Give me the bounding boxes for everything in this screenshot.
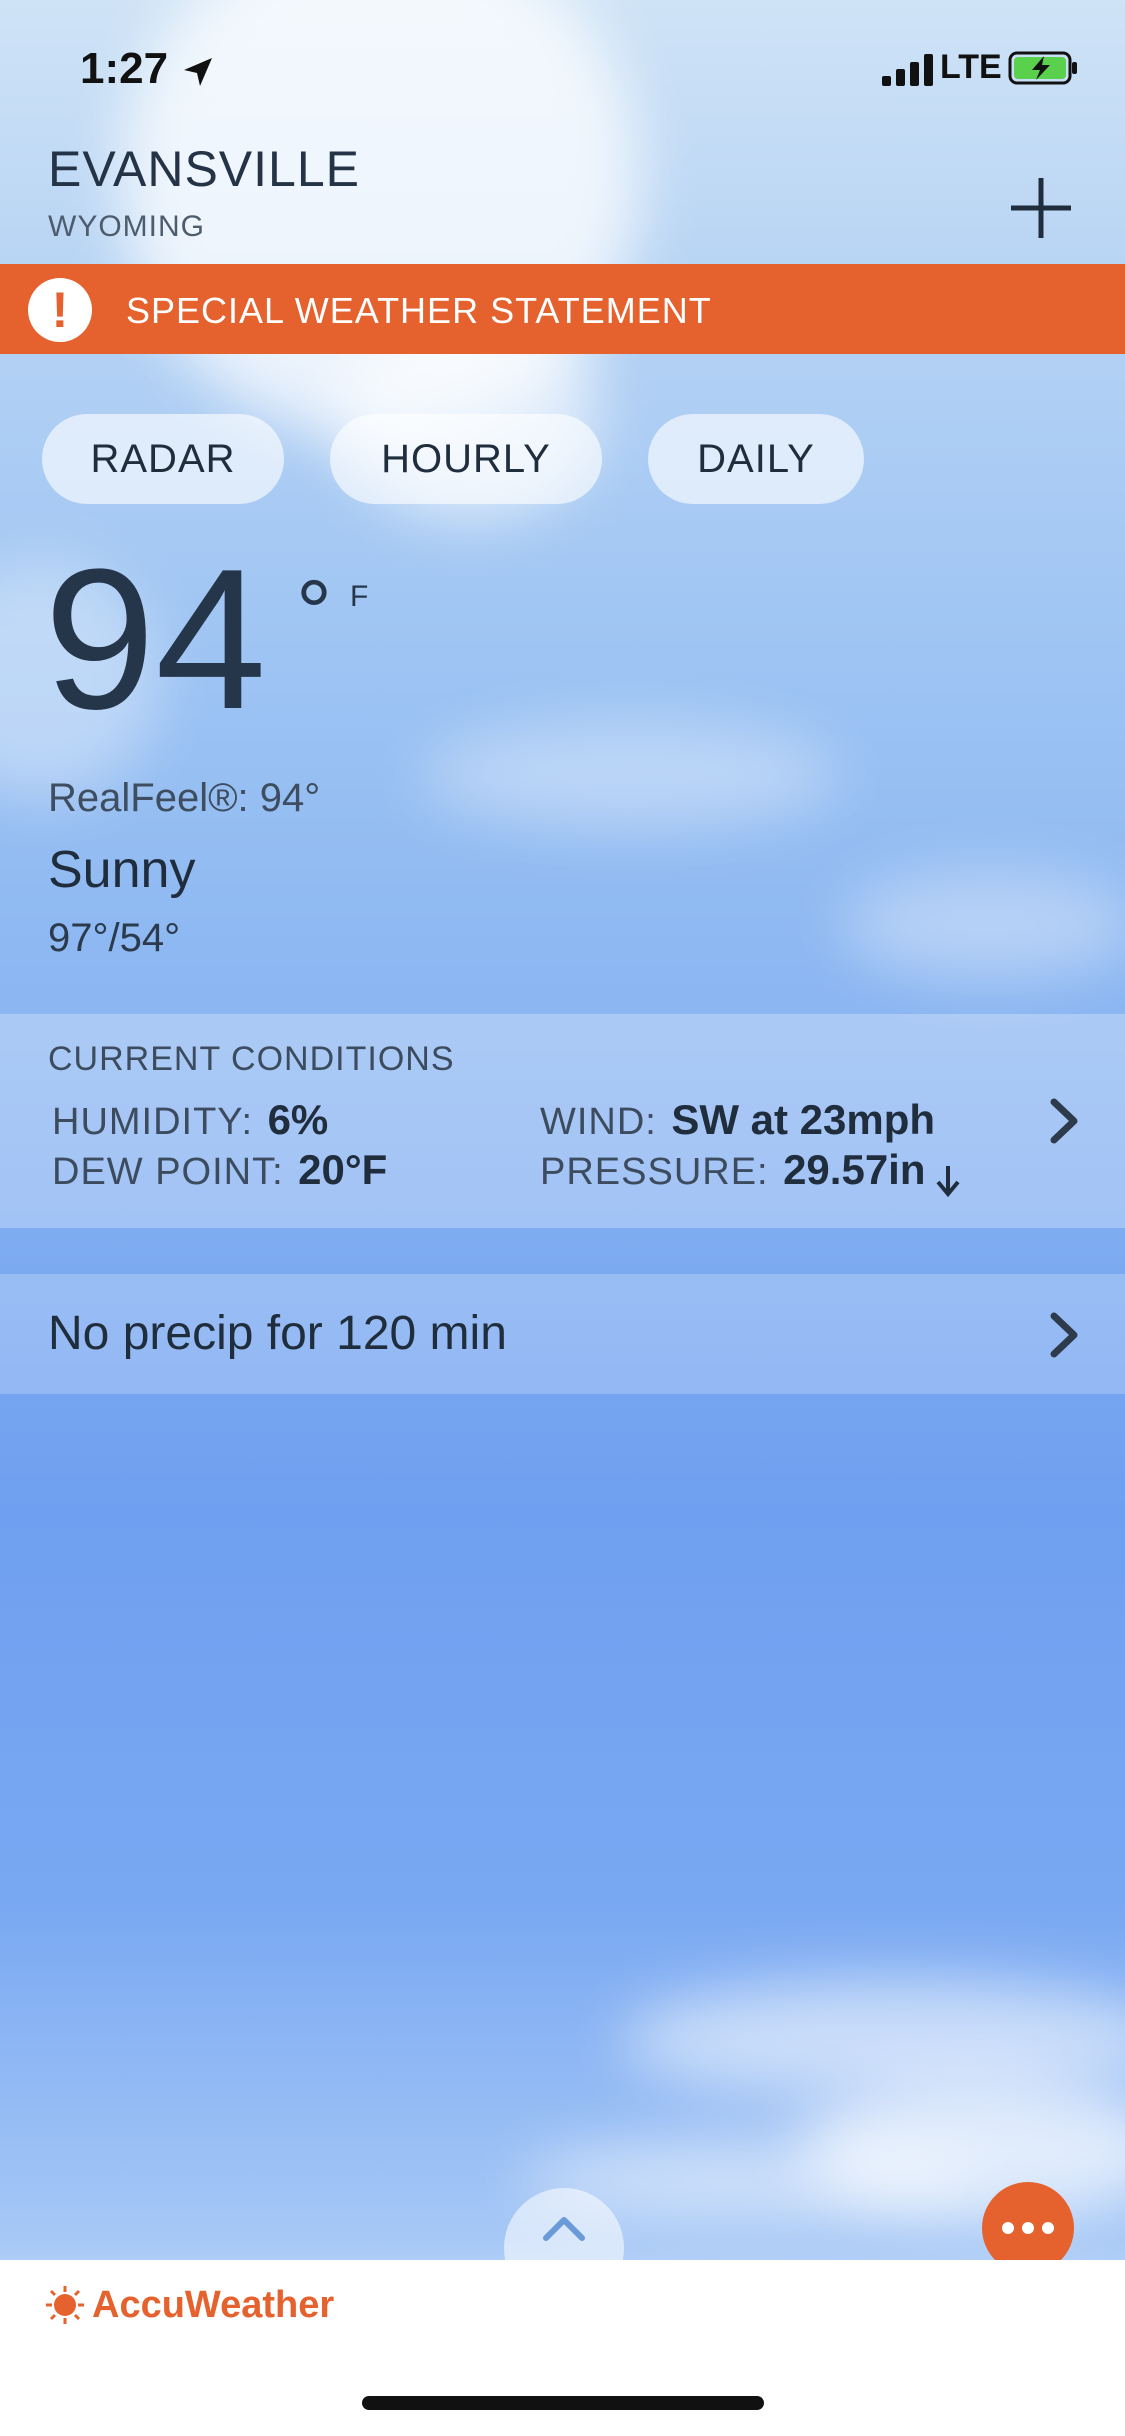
humidity-value: 6% <box>267 1096 329 1143</box>
current-temperature: 94 <box>44 528 267 751</box>
dew-point-label: DEW POINT: <box>52 1151 284 1193</box>
network-type: LTE <box>940 48 1002 86</box>
status-time: 1:27 <box>80 44 169 93</box>
dew-point-value: 20°F <box>298 1146 388 1193</box>
wind-label: WIND: <box>540 1101 657 1143</box>
wind-row: WIND: SW at 23mph <box>540 1096 935 1144</box>
humidity-row: HUMIDITY: 6% <box>52 1096 328 1144</box>
pressure-label: PRESSURE: <box>540 1151 769 1193</box>
tab-daily[interactable]: DAILY <box>648 414 864 504</box>
chevron-right-icon[interactable] <box>1044 1312 1084 1358</box>
pressure-falling-arrow-icon <box>936 1165 960 1197</box>
tab-radar[interactable]: RADAR <box>42 414 284 504</box>
precip-summary: No precip for 120 min <box>48 1307 507 1360</box>
current-conditions-title: CURRENT CONDITIONS <box>48 1040 455 1078</box>
weather-alert-banner[interactable]: ! SPECIAL WEATHER STATEMENT <box>0 264 1125 354</box>
degree-symbol: ° <box>296 563 332 663</box>
cellular-signal-icon <box>882 54 933 86</box>
realfeel-temperature: RealFeel®: 94° <box>48 776 321 820</box>
weather-phrase: Sunny <box>48 841 196 899</box>
tab-hourly[interactable]: HOURLY <box>330 414 602 504</box>
dew-point-row: DEW POINT: 20°F <box>52 1146 387 1194</box>
chevron-up-icon <box>543 2217 585 2241</box>
city-name[interactable]: EVANSVILLE <box>48 140 360 198</box>
battery-charging-icon <box>1008 51 1077 85</box>
wind-value: SW at 23mph <box>671 1096 936 1143</box>
ellipsis-icon <box>1002 2222 1054 2234</box>
home-indicator[interactable] <box>362 2396 764 2410</box>
pressure-value: 29.57in <box>783 1146 926 1193</box>
location-arrow-icon <box>184 58 212 86</box>
accuweather-sun-logo-icon <box>46 2286 84 2324</box>
accuweather-logo-text: AccuWeather <box>92 2284 335 2326</box>
alert-exclamation-icon: ! <box>28 278 92 342</box>
chevron-right-icon[interactable] <box>1044 1098 1084 1144</box>
state-name: WYOMING <box>48 210 205 243</box>
high-low-temperature: 97°/54° <box>48 916 181 960</box>
add-location-plus-icon[interactable] <box>1005 172 1077 244</box>
temperature-unit: F <box>350 580 369 613</box>
humidity-label: HUMIDITY: <box>52 1101 254 1143</box>
status-bar: 1:27 LTE <box>0 0 1125 140</box>
alert-text: SPECIAL WEATHER STATEMENT <box>126 290 712 331</box>
pressure-row: PRESSURE: 29.57in <box>540 1146 962 1198</box>
